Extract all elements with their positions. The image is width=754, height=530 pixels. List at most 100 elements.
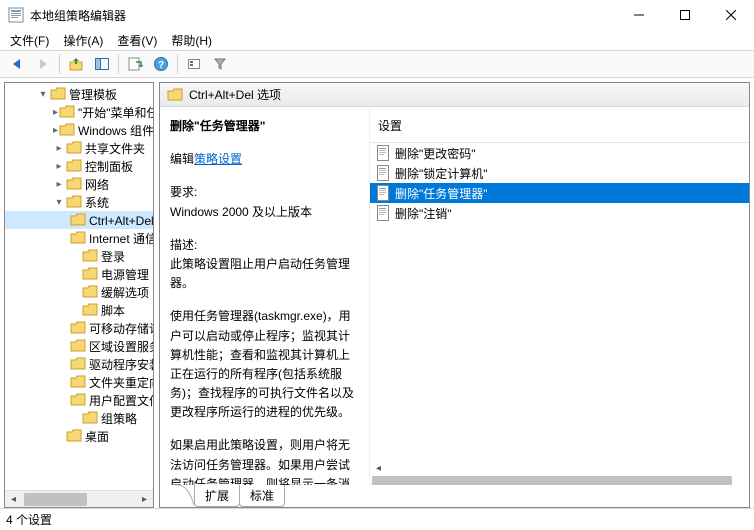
tree-node-label: Internet 通信管理	[89, 230, 153, 247]
list-horizontal-scrollbar[interactable]: ◂▸	[370, 463, 749, 485]
forward-button[interactable]	[31, 52, 55, 76]
tree-node-label: 区域设置服务	[89, 338, 153, 355]
tree-node-label: Ctrl+Alt+Del 选项	[89, 212, 153, 229]
tree-node[interactable]: Internet 通信管理	[5, 229, 153, 247]
tree-node[interactable]: 驱动程序安装	[5, 355, 153, 373]
content-header: Ctrl+Alt+Del 选项	[160, 83, 749, 107]
up-button[interactable]	[64, 52, 88, 76]
tree-node-label: 登录	[101, 248, 125, 265]
tree-node-label: 驱动程序安装	[89, 356, 153, 373]
show-hide-tree-button[interactable]	[90, 52, 114, 76]
title-bar: 本地组策略编辑器	[0, 0, 754, 30]
settings-item-label: 删除"任务管理器"	[395, 185, 488, 202]
workspace: ▾ 管理模板 ▸ "开始"菜单和任务栏 ▸ Windows 组件 ▸ 共享文件夹 ▸ 控制面板 ▸ 网…	[0, 78, 754, 508]
tree-node-label: 文件夹重定向	[89, 374, 153, 391]
tree-node[interactable]: 缓解选项	[5, 283, 153, 301]
window-title: 本地组策略编辑器	[30, 7, 126, 24]
tree-node[interactable]: 文件夹重定向	[5, 373, 153, 391]
tree-node[interactable]: 电源管理	[5, 265, 153, 283]
menu-view[interactable]: 查看(V)	[117, 32, 157, 49]
svg-text:?: ?	[158, 60, 164, 71]
settings-item[interactable]: 删除"更改密码"	[370, 143, 749, 163]
tree-node-label: 用户配置文件	[89, 392, 153, 409]
export-list-button[interactable]	[123, 52, 147, 76]
tree-node[interactable]: 区域设置服务	[5, 337, 153, 355]
filter-button[interactable]	[208, 52, 232, 76]
tree-node-label: 网络	[85, 176, 109, 193]
settings-item[interactable]: 删除"任务管理器"	[370, 183, 749, 203]
tree-node-label: 缓解选项	[101, 284, 149, 301]
tab-standard[interactable]: 标准	[239, 485, 285, 507]
menu-help[interactable]: 帮助(H)	[171, 32, 212, 49]
maximize-button[interactable]	[662, 0, 708, 30]
tree-pane: ▾ 管理模板 ▸ "开始"菜单和任务栏 ▸ Windows 组件 ▸ 共享文件夹 ▸ 控制面板 ▸ 网…	[4, 82, 154, 508]
tree-node[interactable]: ▸ 控制面板	[5, 157, 153, 175]
tree-horizontal-scrollbar[interactable]: ◂▸	[5, 490, 153, 507]
tree-toggle-icon[interactable]: ▾	[37, 89, 49, 100]
tree-node[interactable]: 可移动存储访问	[5, 319, 153, 337]
help-button[interactable]: ?	[149, 52, 173, 76]
tree-node-label: 脚本	[101, 302, 125, 319]
tree-node[interactable]: ▸ "开始"菜单和任务栏	[5, 103, 153, 121]
tab-strip: 扩展 标准	[160, 485, 749, 507]
menu-action[interactable]: 操作(A)	[63, 32, 103, 49]
folder-icon	[167, 88, 183, 102]
tree-node[interactable]: ▾ 系统	[5, 193, 153, 211]
close-button[interactable]	[708, 0, 754, 30]
policy-name: 删除"任务管理器"	[170, 119, 265, 133]
tree-node[interactable]: 组策略	[5, 409, 153, 427]
tree-node[interactable]: 脚本	[5, 301, 153, 319]
description-p2: 使用任务管理器(taskmgr.exe)，用户可以启动或停止程序；监视其计算机性…	[170, 307, 361, 422]
toolbar: ?	[0, 50, 754, 78]
settings-item[interactable]: 删除"注销"	[370, 203, 749, 223]
edit-policy-link[interactable]: 策略设置	[194, 152, 242, 166]
status-text: 4 个设置	[6, 511, 52, 528]
tree-toggle-icon[interactable]: ▸	[53, 107, 58, 118]
tree-node-label: 组策略	[101, 410, 137, 427]
settings-item[interactable]: 删除"锁定计算机"	[370, 163, 749, 183]
tree-node-label: 管理模板	[69, 86, 117, 103]
tree-node[interactable]: 桌面	[5, 427, 153, 445]
status-bar: 4 个设置	[0, 508, 754, 530]
requirements-text: Windows 2000 及以上版本	[170, 203, 361, 222]
tree-node-label: 桌面	[85, 428, 109, 445]
minimize-button[interactable]	[616, 0, 662, 30]
description-p1: 此策略设置阻止用户启动任务管理器。	[170, 255, 361, 293]
tab-extended[interactable]: 扩展	[194, 484, 240, 507]
tree-toggle-icon[interactable]: ▸	[53, 161, 65, 172]
tree-node[interactable]: ▸ 网络	[5, 175, 153, 193]
tree-node-label: Windows 组件	[78, 122, 153, 139]
menu-bar: 文件(F) 操作(A) 查看(V) 帮助(H)	[0, 30, 754, 50]
requirements-label: 要求:	[170, 183, 361, 202]
app-icon	[8, 7, 24, 23]
tree-node[interactable]: 登录	[5, 247, 153, 265]
filter-options-button[interactable]	[182, 52, 206, 76]
tree-node-label: 控制面板	[85, 158, 133, 175]
settings-item-label: 删除"注销"	[395, 205, 452, 222]
menu-file[interactable]: 文件(F)	[10, 32, 49, 49]
tree-node-label: 可移动存储访问	[89, 320, 153, 337]
content-pane: Ctrl+Alt+Del 选项 删除"任务管理器" 编辑策略设置 要求: Win…	[159, 82, 750, 508]
tree-toggle-icon[interactable]: ▾	[53, 197, 65, 208]
back-button[interactable]	[5, 52, 29, 76]
tree-node[interactable]: 用户配置文件	[5, 391, 153, 409]
tree-node[interactable]: Ctrl+Alt+Del 选项	[5, 211, 153, 229]
content-header-title: Ctrl+Alt+Del 选项	[189, 86, 281, 103]
settings-header: 设置	[370, 113, 749, 142]
tree-node-label: "开始"菜单和任务栏	[78, 104, 153, 121]
description-label: 描述:	[170, 236, 361, 255]
tree-node-label: 系统	[85, 194, 109, 211]
tree-toggle-icon[interactable]: ▸	[53, 143, 65, 154]
edit-label: 编辑	[170, 152, 194, 166]
tree-toggle-icon[interactable]: ▸	[53, 125, 58, 136]
tree-node[interactable]: ▾ 管理模板	[5, 85, 153, 103]
settings-item-label: 删除"锁定计算机"	[395, 165, 488, 182]
tree-node-label: 共享文件夹	[85, 140, 145, 157]
description-p3: 如果启用此策略设置，则用户将无法访问任务管理器。如果用户尝试启动任务管理器，则将…	[170, 436, 361, 485]
description-column: 删除"任务管理器" 编辑策略设置 要求: Windows 2000 及以上版本 …	[160, 107, 370, 485]
settings-list-column: 设置 删除"更改密码" 删除"锁定计算机" 删除"任务管理器" 删除"注销" ◂▸	[370, 107, 749, 485]
tree-toggle-icon[interactable]: ▸	[53, 179, 65, 190]
tree-node[interactable]: ▸ Windows 组件	[5, 121, 153, 139]
tree-node[interactable]: ▸ 共享文件夹	[5, 139, 153, 157]
settings-item-label: 删除"更改密码"	[395, 145, 476, 162]
